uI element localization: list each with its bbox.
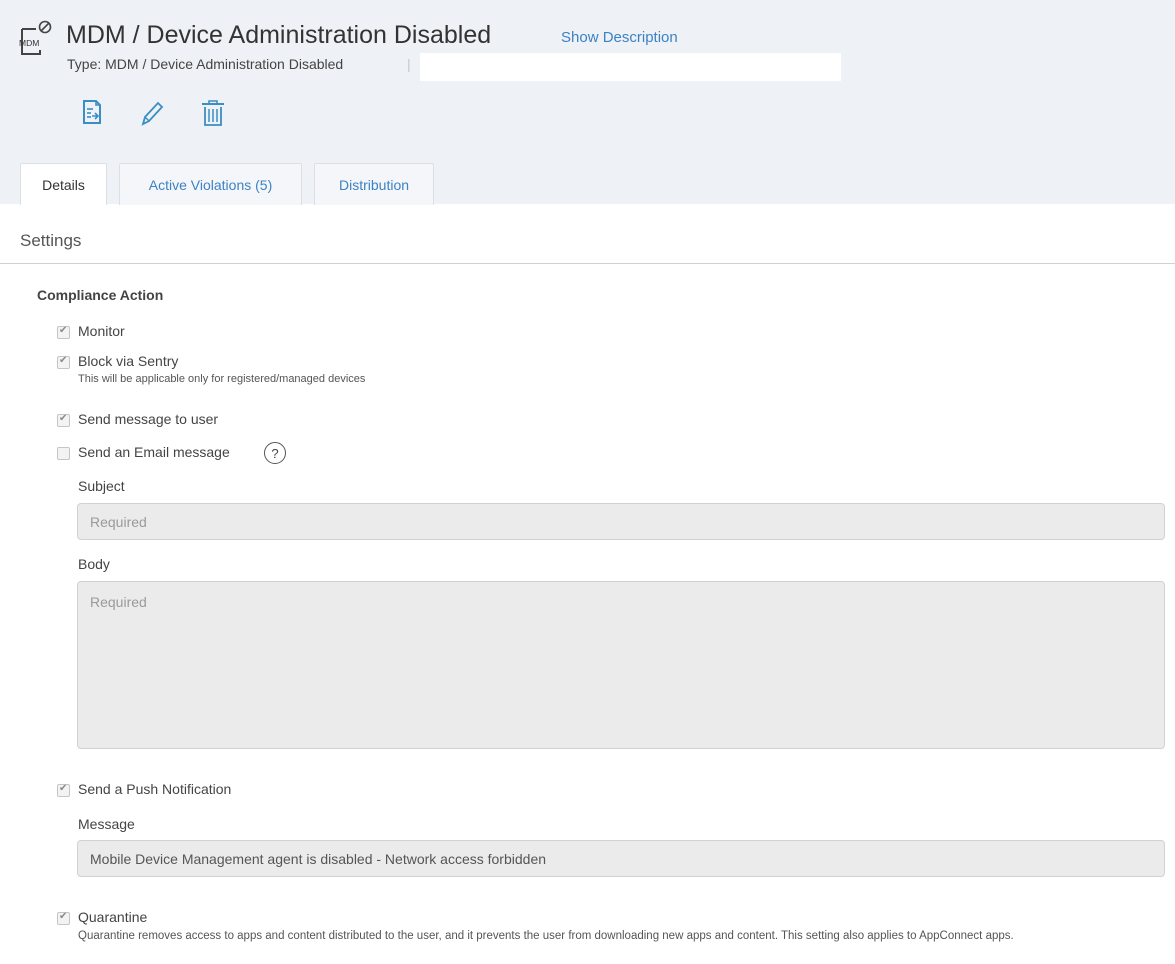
settings-divider	[0, 263, 1175, 264]
quarantine-hint: Quarantine removes access to apps and co…	[78, 930, 1014, 942]
message-input[interactable]	[77, 840, 1165, 877]
page-title: MDM / Device Administration Disabled	[66, 21, 492, 49]
help-icon[interactable]: ?	[264, 442, 286, 464]
show-description-link[interactable]: Show Description	[561, 29, 678, 46]
push-notification-label: Send a Push Notification	[78, 781, 232, 797]
tab-active-violations[interactable]: Active Violations (5)	[119, 163, 302, 205]
block-via-sentry-hint: This will be applicable only for registe…	[78, 373, 366, 385]
subject-input[interactable]	[77, 503, 1165, 540]
subject-label: Subject	[78, 478, 125, 494]
monitor-checkbox[interactable]	[57, 325, 70, 339]
edit-pencil-icon[interactable]	[137, 97, 167, 129]
type-separator: |	[407, 56, 411, 72]
header-input-field[interactable]	[420, 53, 841, 81]
send-email-label: Send an Email message	[78, 444, 230, 460]
send-email-checkbox[interactable]	[57, 447, 70, 460]
policy-type-label: Type: MDM / Device Administration Disabl…	[67, 56, 344, 72]
block-via-sentry-label: Block via Sentry	[78, 353, 179, 369]
monitor-label: Monitor	[78, 323, 125, 339]
push-notification-checkbox[interactable]	[57, 783, 70, 797]
quarantine-checkbox[interactable]	[57, 911, 70, 925]
mdm-policy-icon: MDM	[18, 20, 52, 56]
message-label: Message	[78, 816, 135, 832]
send-message-user-checkbox[interactable]	[57, 413, 70, 427]
copy-icon[interactable]	[76, 97, 106, 129]
block-via-sentry-checkbox[interactable]	[57, 355, 70, 369]
tab-details[interactable]: Details	[20, 163, 107, 205]
body-label: Body	[78, 556, 110, 572]
settings-heading: Settings	[20, 231, 82, 250]
body-textarea[interactable]	[77, 581, 1165, 749]
compliance-action-heading: Compliance Action	[37, 287, 164, 303]
quarantine-label: Quarantine	[78, 909, 148, 925]
send-message-user-label: Send message to user	[78, 411, 219, 427]
delete-trash-icon[interactable]	[198, 97, 228, 129]
tab-distribution[interactable]: Distribution	[314, 163, 434, 205]
svg-text:MDM: MDM	[19, 38, 39, 48]
